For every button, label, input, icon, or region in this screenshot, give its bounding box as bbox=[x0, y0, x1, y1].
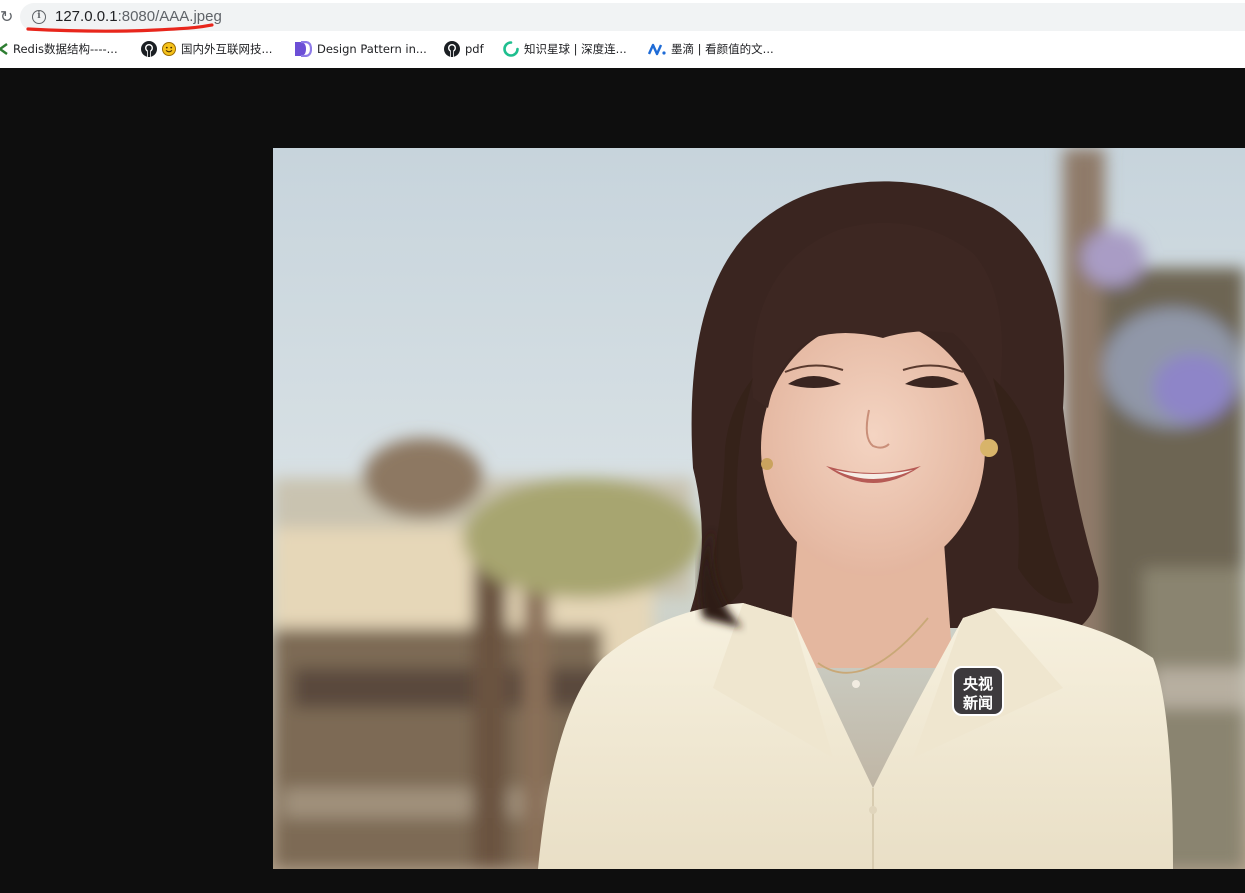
zsxq-icon bbox=[503, 41, 519, 57]
bookmark-redis[interactable]: Redis数据结构----... bbox=[0, 39, 118, 59]
bookmark-label: 墨滴 | 看颜值的文... bbox=[671, 42, 774, 56]
smiley-emoji-icon bbox=[162, 42, 176, 56]
mdnice-icon bbox=[648, 43, 666, 56]
bookmark-label: Design Pattern in... bbox=[317, 42, 427, 56]
browser-chrome: ↻ i 127.0.0.1:8080/AAA.jpeg Redis数据结构---… bbox=[0, 0, 1245, 68]
reload-icon[interactable]: ↻ bbox=[0, 7, 14, 27]
face bbox=[761, 320, 985, 576]
displayed-photo[interactable]: 央视 新闻 bbox=[273, 148, 1245, 869]
badge-text-line1: 央视 bbox=[963, 675, 993, 693]
red-underline-annotation bbox=[26, 23, 214, 33]
bookmark-label: pdf bbox=[465, 42, 484, 56]
bookmark-label: 国内外互联网技... bbox=[181, 42, 273, 56]
earring-left bbox=[761, 458, 773, 470]
earring-right bbox=[980, 439, 998, 457]
bookmarks-bar: Redis数据结构----... 国内外互联网技... Design Patte… bbox=[0, 39, 1245, 59]
redis-icon bbox=[0, 43, 8, 55]
bookmark-label: Redis数据结构----... bbox=[13, 42, 118, 56]
bookmark-label: 知识星球 | 深度连... bbox=[524, 42, 627, 56]
bookmark-pdf[interactable]: pdf bbox=[444, 39, 484, 59]
bookmark-design-pattern[interactable]: Design Pattern in... bbox=[294, 39, 427, 59]
refactoring-guru-icon bbox=[295, 41, 312, 57]
cctv-news-badge: 央视 新闻 bbox=[952, 666, 1004, 716]
bookmark-internet-tech[interactable]: 国内外互联网技... bbox=[141, 39, 272, 59]
photo-portrait-woman: 央视 新闻 bbox=[273, 148, 1245, 869]
bookmark-zsxq[interactable]: 知识星球 | 深度连... bbox=[503, 39, 627, 59]
github-icon bbox=[444, 41, 460, 57]
image-viewer: 央视 新闻 bbox=[0, 68, 1245, 893]
badge-text-line2: 新闻 bbox=[963, 694, 993, 712]
bookmark-mdnice[interactable]: 墨滴 | 看颜值的文... bbox=[648, 39, 774, 59]
github-icon bbox=[141, 41, 157, 57]
